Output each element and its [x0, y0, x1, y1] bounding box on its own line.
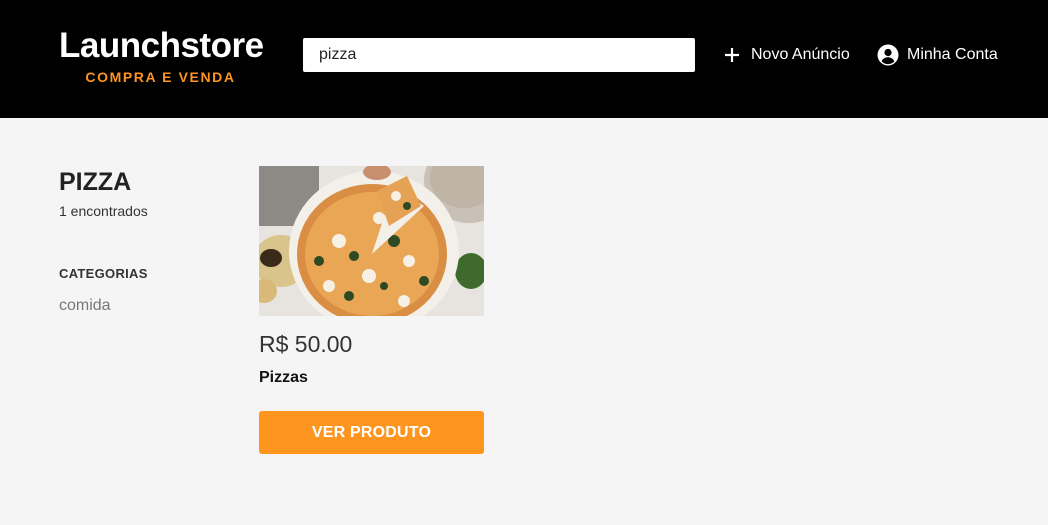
- search-term-heading: PIZZA: [59, 168, 132, 196]
- product-card: R$ 50.00 Pizzas VER PRODUTO: [259, 166, 484, 454]
- plus-icon: [721, 44, 743, 66]
- product-price: R$ 50.00: [259, 331, 353, 357]
- logo-subtitle: COMPRA E VENDA: [85, 69, 236, 85]
- results-count: 1 encontrados: [59, 203, 148, 219]
- account-link[interactable]: Minha Conta: [877, 43, 998, 67]
- search-input[interactable]: [303, 38, 695, 72]
- search-sidebar: PIZZA 1 encontrados CATEGORIAS comida: [59, 166, 229, 315]
- logo-title: Launchstore: [59, 26, 264, 65]
- logo[interactable]: Launchstore COMPRA E VENDA: [59, 26, 264, 86]
- new-ad-label: Novo Anúncio: [751, 46, 850, 63]
- new-ad-link[interactable]: Novo Anúncio: [721, 43, 850, 67]
- view-product-button[interactable]: VER PRODUTO: [259, 411, 484, 454]
- account-circle-icon: [877, 44, 899, 66]
- categories-heading: CATEGORIAS: [59, 266, 148, 281]
- account-label: Minha Conta: [907, 46, 998, 63]
- product-image[interactable]: [259, 166, 484, 316]
- product-name[interactable]: Pizzas: [259, 368, 484, 388]
- site-header: Launchstore COMPRA E VENDA Novo Anúncio …: [0, 0, 1048, 118]
- category-link[interactable]: comida: [59, 297, 229, 315]
- pizza-photo: [259, 166, 484, 316]
